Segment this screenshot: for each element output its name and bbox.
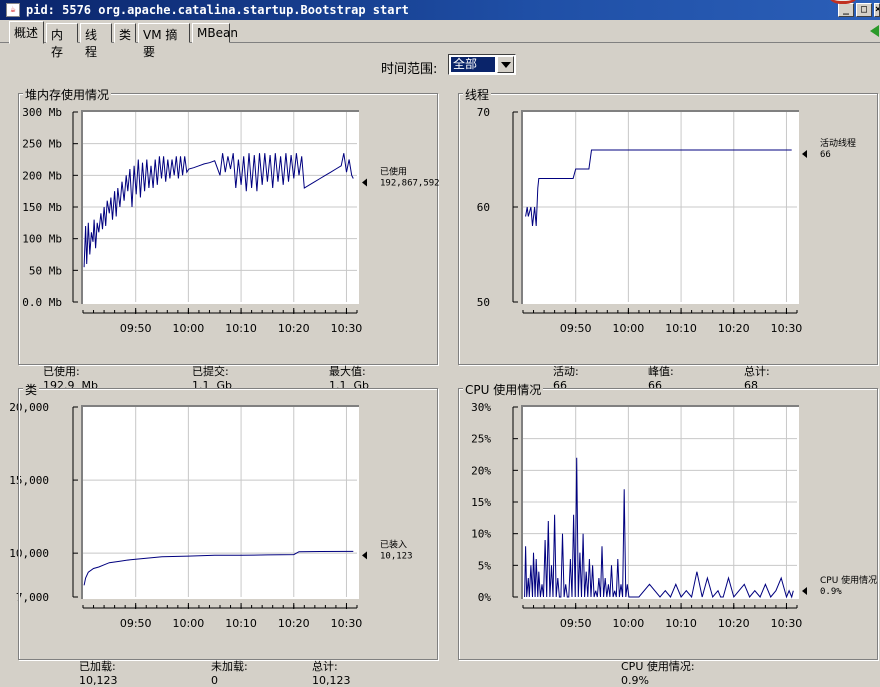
heap-panel-title: 堆内存使用情况 [23, 86, 112, 103]
java-icon: ☕ [6, 3, 20, 17]
time-range-select[interactable]: 全部 [448, 54, 516, 75]
threads-total: 总计: 68 [737, 350, 770, 392]
title-bar: ☕ pid: 5576 org.apache.catalina.startup.… [0, 0, 880, 20]
tab-mbean[interactable]: MBean [192, 23, 238, 43]
classes-loaded-value: 10,123 [79, 674, 118, 687]
heap-committed-label: 已提交: [192, 365, 229, 378]
tab-bar: 概述 内存 线程 类 VM 摘要 MBean [0, 21, 880, 59]
window-title: pid: 5576 org.apache.catalina.startup.Bo… [26, 3, 409, 17]
cpu-panel: CPU 使用情况 [458, 381, 878, 660]
classes-total: 总计: 10,123 [305, 645, 351, 687]
heap-max-label: 最大值: [329, 365, 366, 378]
heap-panel: 堆内存使用情况 [18, 86, 438, 365]
tab-overview[interactable]: 概述 [9, 21, 44, 44]
close-button[interactable]: × [874, 3, 880, 17]
threads-panel-title: 线程 [463, 86, 492, 103]
tab-classes[interactable]: 类 [114, 23, 136, 43]
classes-total-value: 10,123 [312, 674, 351, 687]
tab-vm-summary[interactable]: VM 摘要 [138, 23, 190, 59]
cpu-panel-title: CPU 使用情况 [463, 381, 544, 398]
classes-total-label: 总计: [312, 660, 338, 673]
classes-panel: 类 [18, 381, 438, 660]
classes-panel-title: 类 [23, 381, 40, 398]
cpu-usage-value: 0.9% [621, 674, 649, 687]
cpu-usage: CPU 使用情况: 0.9% [614, 645, 695, 687]
classes-unloaded-value: 0 [211, 674, 218, 687]
threads-active-label: 活动: [553, 365, 579, 378]
threads-total-label: 总计: [744, 365, 770, 378]
threads-active: 活动: 66 [546, 350, 579, 392]
classes-unloaded: 未加载: 0 [204, 645, 248, 687]
heap-max: 最大值: 1.1 Gb [322, 350, 369, 392]
chevron-down-icon[interactable] [497, 56, 514, 73]
classes-unloaded-label: 未加载: [211, 660, 248, 673]
threads-peak: 峰值: 66 [641, 350, 674, 392]
time-range-label: 时间范围: [381, 62, 438, 77]
minimize-button[interactable]: _ [838, 3, 854, 17]
threads-peak-label: 峰值: [648, 365, 674, 378]
threads-panel: 线程 [458, 86, 878, 365]
classes-loaded: 已加载: 10,123 [72, 645, 118, 687]
heap-committed: 已提交: 1.1 Gb [185, 350, 232, 392]
tab-threads[interactable]: 线程 [80, 23, 112, 59]
connect-arrow-icon[interactable] [870, 25, 879, 37]
heap-footer: 已使用: 192.9 Mb [36, 350, 98, 392]
heap-used-label: 已使用: [43, 365, 80, 378]
restore-button[interactable]: □ [856, 3, 872, 17]
cpu-usage-label: CPU 使用情况: [621, 660, 695, 673]
classes-loaded-label: 已加载: [79, 660, 116, 673]
tab-memory[interactable]: 内存 [46, 23, 78, 59]
time-range-value: 全部 [451, 57, 495, 72]
